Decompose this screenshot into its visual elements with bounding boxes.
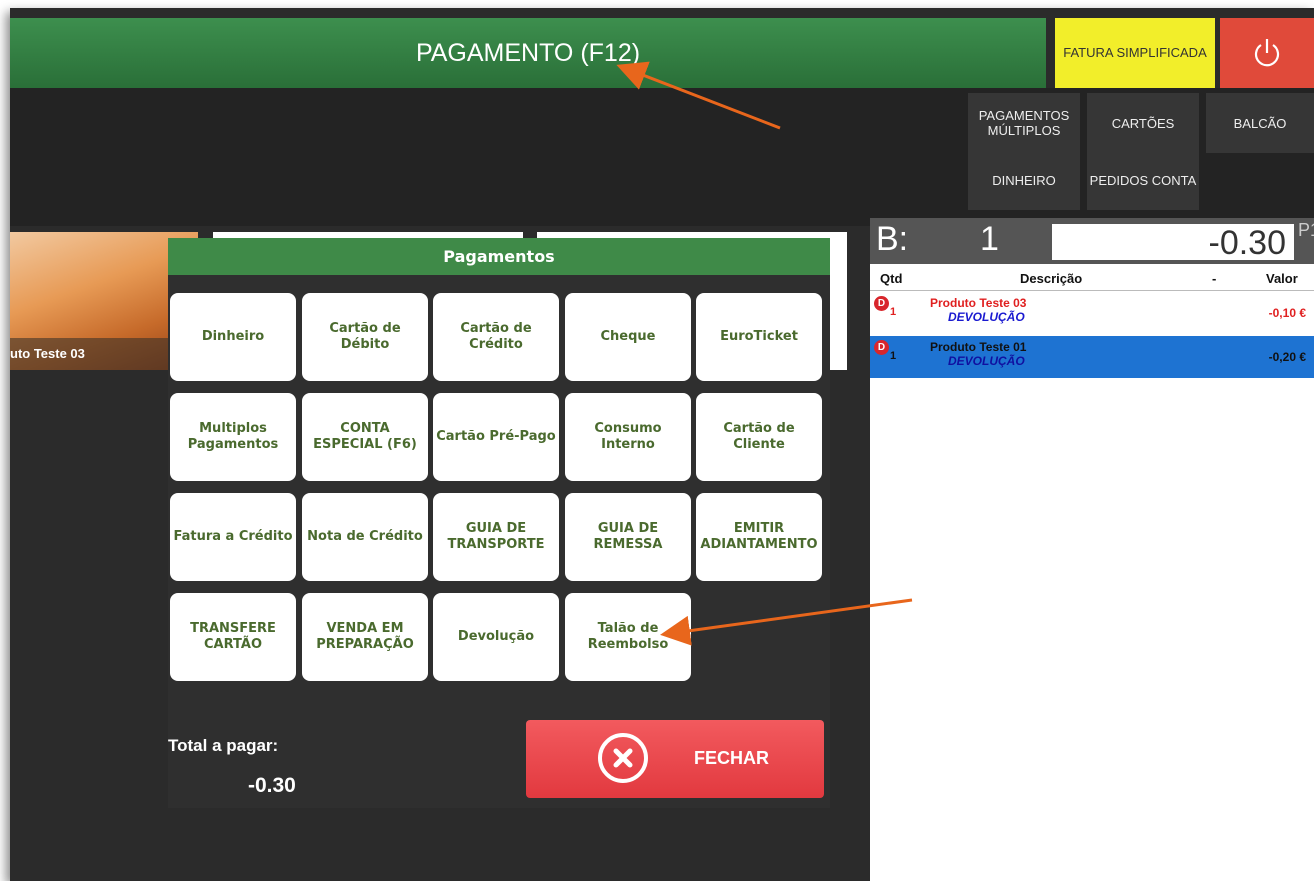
arrow-annotation <box>616 61 913 646</box>
